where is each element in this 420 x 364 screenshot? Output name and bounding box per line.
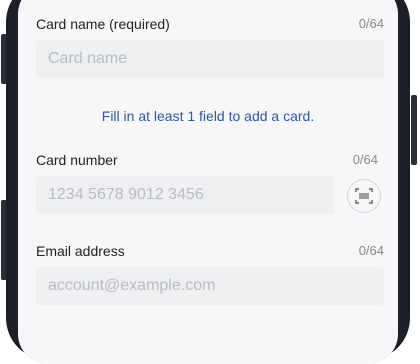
card-number-label: Card number xyxy=(36,152,118,168)
barcode-scan-icon xyxy=(355,188,373,204)
card-number-input[interactable]: 1234 5678 9012 3456 xyxy=(36,176,334,214)
card-name-field: Card name (required) 0/64 Card name xyxy=(36,16,384,78)
card-number-field: Card number 0/64 1234 5678 9012 3456 xyxy=(36,152,384,214)
power-button xyxy=(411,95,417,165)
card-name-label: Card name (required) xyxy=(36,16,170,32)
hint-message: Fill in at least 1 field to add a card. xyxy=(101,108,315,124)
card-name-counter: 0/64 xyxy=(358,16,384,31)
email-label: Email address xyxy=(36,243,125,259)
card-name-input[interactable]: Card name xyxy=(36,40,384,78)
email-input[interactable]: account@example.com xyxy=(36,267,384,305)
card-number-counter: 0/64 xyxy=(352,152,378,167)
email-field: Email address 0/64 account@example.com xyxy=(36,243,384,305)
email-counter: 0/64 xyxy=(358,243,384,258)
scan-card-button[interactable] xyxy=(347,179,381,213)
add-card-form: Card name (required) 0/64 Card name Fill… xyxy=(18,0,398,364)
phone-frame: Card name (required) 0/64 Card name Fill… xyxy=(0,0,420,364)
